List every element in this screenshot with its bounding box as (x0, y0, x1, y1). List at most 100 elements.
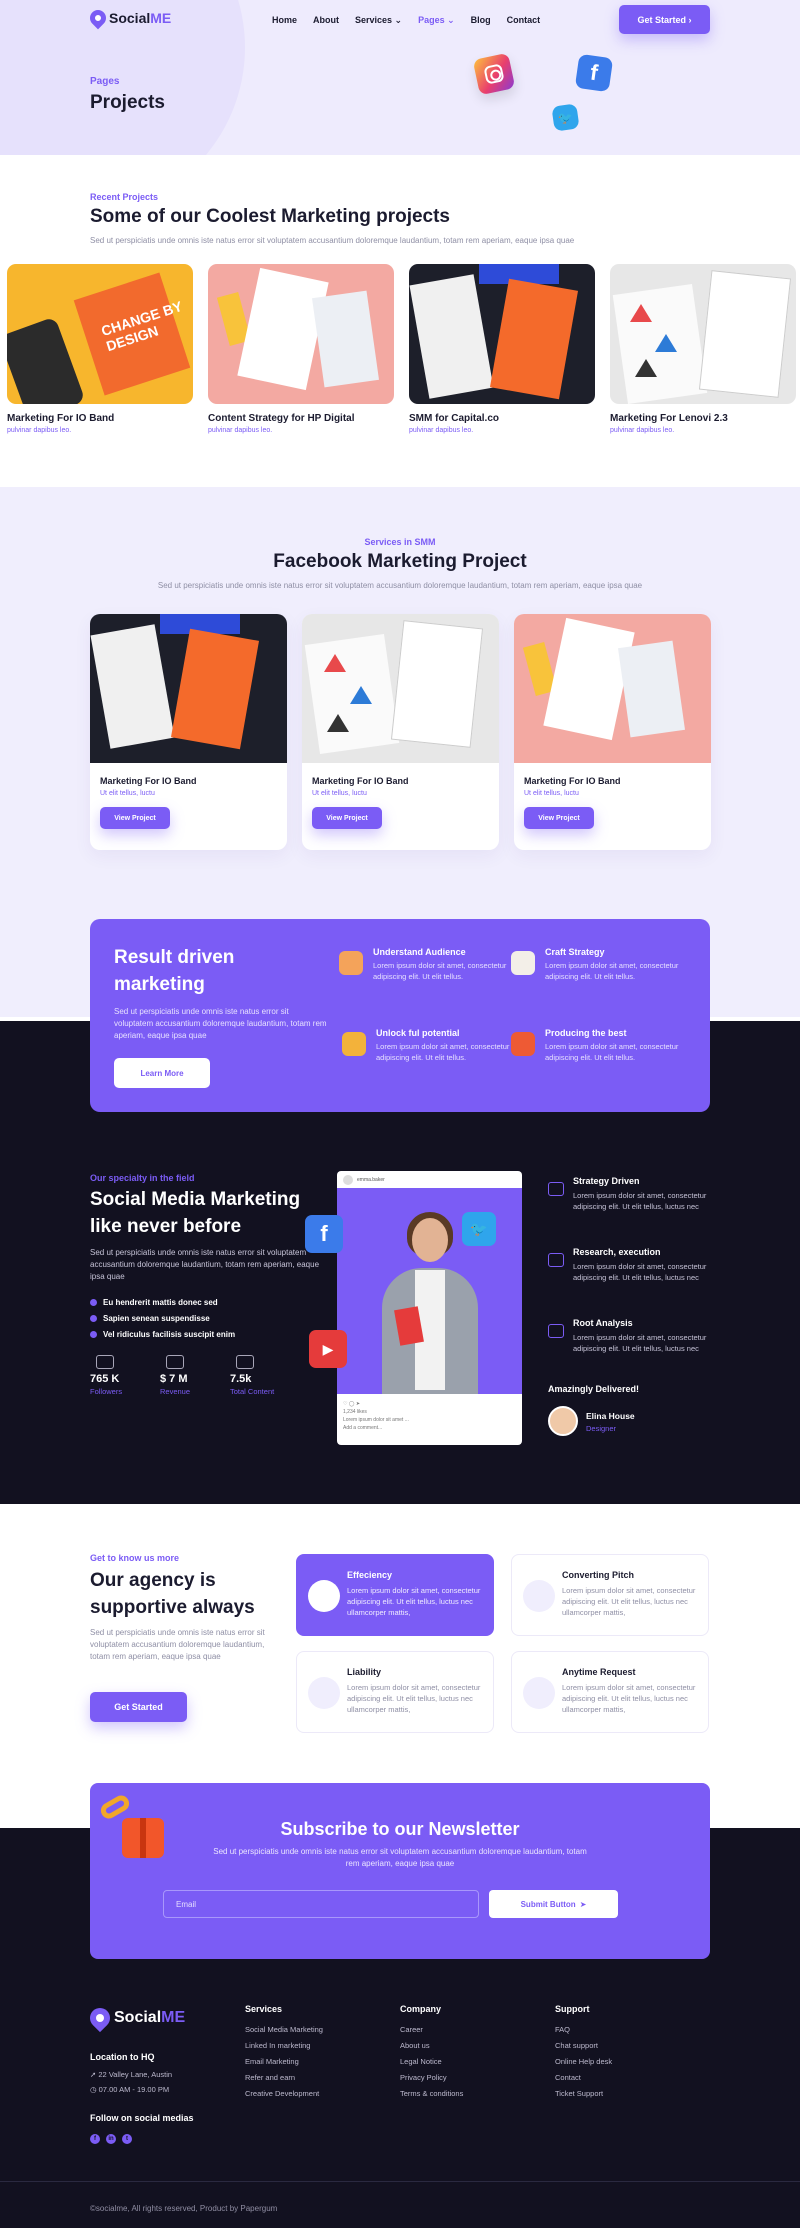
footer-link[interactable]: Creative Development (245, 2089, 319, 2098)
nav-links: Home About Services ⌄ Pages ⌄ Blog Conta… (272, 15, 540, 26)
footer-link[interactable]: Email Marketing (245, 2057, 299, 2066)
bullet-item: Eu hendrerit mattis donec sed (90, 1298, 235, 1307)
logo-text: SocialME (109, 10, 172, 26)
agency-card-effeciency: Effeciency Lorem ipsum dolor sit amet, c… (296, 1554, 494, 1636)
nav-about[interactable]: About (313, 15, 339, 26)
fb-card-title: Marketing For IO Band (312, 776, 409, 786)
footer-link[interactable]: About us (400, 2041, 430, 2050)
cube-icon (511, 1032, 535, 1056)
newsletter-desc: Sed ut perspiciatis unde omnis iste natu… (213, 1847, 587, 1868)
footer-link[interactable]: Privacy Policy (400, 2073, 447, 2082)
project-thumbnail (610, 264, 796, 404)
stat-followers: 765 K Followers (90, 1355, 138, 1396)
nav-home[interactable]: Home (272, 15, 297, 26)
footer-link[interactable]: Ticket Support (555, 2089, 603, 2098)
view-project-button[interactable]: View Project (100, 807, 170, 829)
footer-link[interactable]: Legal Notice (400, 2057, 442, 2066)
testimonial-role: Designer (586, 1424, 617, 1433)
footer-link[interactable]: Refer and earn (245, 2073, 295, 2082)
post-footer: ♡ ◯ ➤ 1,234 likes Lorem ipsum dolor sit … (343, 1401, 409, 1431)
stats-row: 765 K Followers $ 7 M Revenue 7.5k Total Co… (90, 1355, 278, 1396)
bulb-icon (308, 1580, 340, 1612)
footer-link[interactable]: Online Help desk (555, 2057, 612, 2066)
fb-card-subtitle: Ut elit tellus, luctu (524, 790, 579, 797)
project-card[interactable]: Marketing For Lenovi 2.3 pulvinar dapibu… (610, 264, 796, 434)
footer-link[interactable]: Contact (555, 2073, 581, 2082)
bullet-icon (90, 1299, 97, 1306)
project-card[interactable]: Content Strategy for HP Digital pulvinar… (208, 264, 394, 434)
result-driven-banner: Result driven marketing Sed ut perspicia… (90, 919, 710, 1112)
footer-social-links: f in t (90, 2134, 132, 2144)
agency-kicker: Get to know us more (90, 1553, 180, 1563)
project-card[interactable]: CHANGE BY DESIGN Marketing For IO Band p… (7, 264, 193, 434)
copyright: ©socialme, All rights reserved, Product … (90, 2204, 278, 2213)
post-header: emma.baker (337, 1171, 522, 1188)
project-card[interactable]: SMM for Capital.co pulvinar dapibus leo. (409, 264, 595, 434)
hero-section: SocialME Home About Services ⌄ Pages ⌄ B… (0, 0, 800, 155)
facebook-icon[interactable]: f (90, 2134, 100, 2144)
agency-card-anytime-request: Anytime Request Lorem ipsum dolor sit am… (511, 1651, 709, 1733)
fb-project-card: Marketing For IO Band Ut elit tellus, lu… (302, 614, 499, 850)
recent-kicker: Recent Projects (90, 192, 159, 202)
logo[interactable]: SocialME (86, 6, 172, 30)
recent-desc: Sed ut perspiciatis unde omnis iste natu… (90, 236, 575, 245)
footer-link[interactable]: Terms & conditions (400, 2089, 463, 2098)
logo-pin-icon (85, 2003, 115, 2033)
fb-card-subtitle: Ut elit tellus, luctu (312, 790, 367, 797)
fb-title: Facebook Marketing Project (273, 551, 527, 572)
specialty-bullets: Eu hendrerit mattis donec sed Sapien sen… (90, 1298, 235, 1346)
footer-logo[interactable]: SocialME (85, 2003, 185, 2033)
footer-divider (0, 2181, 800, 2182)
fb-card-title: Marketing For IO Band (100, 776, 197, 786)
footer-col-company-title: Company (400, 2004, 442, 2014)
nav-services[interactable]: Services ⌄ (355, 15, 402, 26)
linkedin-icon[interactable]: in (106, 2134, 116, 2144)
project-subtitle: pulvinar dapibus leo. (7, 427, 72, 434)
follow-heading: Follow on social medias (90, 2113, 194, 2123)
project-thumbnail (90, 614, 287, 763)
project-thumbnail (208, 264, 394, 404)
nav-blog[interactable]: Blog (471, 15, 491, 26)
learn-more-button[interactable]: Learn More (114, 1058, 210, 1088)
project-title: SMM for Capital.co (409, 413, 500, 424)
submit-button[interactable]: Submit Button ➤ (489, 1890, 618, 1918)
stat-total-content: 7.5k Total Content (230, 1355, 278, 1396)
project-thumbnail (302, 614, 499, 763)
instagram-post-mockup: emma.baker ♡ ◯ ➤ 1,234 likes Lorem ipsum… (337, 1171, 522, 1445)
project-title: Marketing For Lenovi 2.3 (610, 413, 728, 424)
agency-get-started-button[interactable]: Get Started (90, 1692, 187, 1722)
newsletter-title: Subscribe to our Newsletter (280, 1819, 520, 1839)
avatar-icon (343, 1174, 353, 1185)
view-project-button[interactable]: View Project (524, 807, 594, 829)
clock-icon: ◷ (90, 2085, 97, 2094)
footer-link[interactable]: Social Media Marketing (245, 2025, 323, 2034)
footer-link[interactable]: FAQ (555, 2025, 570, 2034)
view-project-button[interactable]: View Project (312, 807, 382, 829)
bullet-icon (90, 1331, 97, 1338)
navbar: SocialME Home About Services ⌄ Pages ⌄ B… (0, 0, 800, 40)
footer-col-support-title: Support (555, 2004, 590, 2014)
hero-kicker: Pages (90, 76, 120, 87)
recent-projects-grid: CHANGE BY DESIGN Marketing For IO Band p… (7, 264, 796, 434)
fb-project-card: Marketing For IO Band Ut elit tellus, lu… (514, 614, 711, 850)
fb-project-card: Marketing For IO Band Ut elit tellus, lu… (90, 614, 287, 850)
get-started-button[interactable]: Get Started › (619, 5, 710, 34)
twitter-icon[interactable]: t (122, 2134, 132, 2144)
fb-kicker: Services in SMM (364, 537, 436, 547)
email-field[interactable] (163, 1890, 479, 1918)
project-subtitle: pulvinar dapibus leo. (409, 427, 474, 434)
megaphone-icon (523, 1580, 555, 1612)
footer-link[interactable]: Career (400, 2025, 423, 2034)
hours: ◷ 07.00 AM - 19.00 PM (90, 2085, 170, 2094)
nav-pages[interactable]: Pages ⌄ (418, 15, 455, 26)
result-desc: Sed ut perspiciatis unde omnis iste natu… (114, 1007, 327, 1040)
specialty-desc: Sed ut perspiciatis unde omnis iste natu… (90, 1248, 320, 1281)
strategy-icon (511, 951, 535, 975)
footer-link[interactable]: Chat support (555, 2041, 598, 2050)
agency-card-converting-pitch: Converting Pitch Lorem ipsum dolor sit a… (511, 1554, 709, 1636)
strategy-icon (548, 1182, 564, 1196)
agency-card-liability: Liability Lorem ipsum dolor sit amet, co… (296, 1651, 494, 1733)
nav-contact[interactable]: Contact (507, 15, 541, 26)
footer-link[interactable]: Linked In marketing (245, 2041, 310, 2050)
content-icon (236, 1355, 254, 1369)
